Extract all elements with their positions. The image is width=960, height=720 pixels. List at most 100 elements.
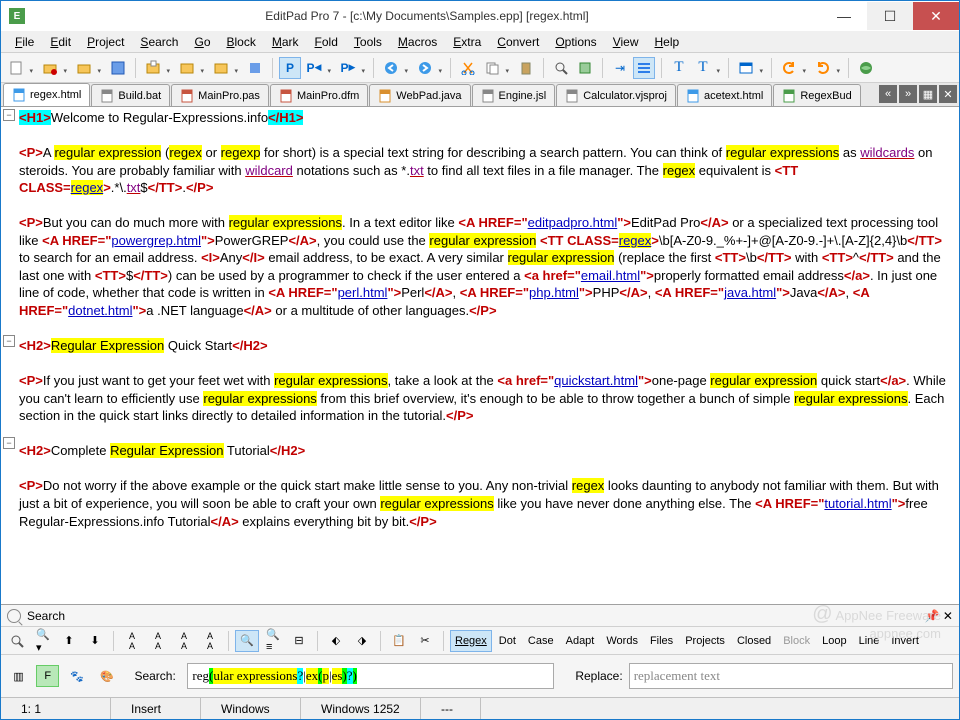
search-run-button[interactable] xyxy=(5,630,29,652)
menu-search[interactable]: Search xyxy=(132,33,186,51)
fold-button[interactable]: ⊟ xyxy=(287,630,311,652)
search-opt-case[interactable]: Case xyxy=(523,630,559,652)
search-opt-closed[interactable]: Closed xyxy=(732,630,776,652)
search-aa2[interactable]: AA xyxy=(146,630,170,652)
text-tool-button[interactable]: T xyxy=(668,57,690,79)
project-open-button[interactable] xyxy=(176,57,198,79)
cut-button[interactable] xyxy=(457,57,479,79)
count-button[interactable]: 🔍≡ xyxy=(261,630,285,652)
project-button[interactable] xyxy=(142,57,164,79)
menu-project[interactable]: Project xyxy=(79,33,132,51)
menu-extra[interactable]: Extra xyxy=(445,33,489,51)
menu-options[interactable]: Options xyxy=(547,33,604,51)
tab-scroll-left[interactable]: « xyxy=(879,85,897,103)
maximize-button[interactable]: ☐ xyxy=(867,2,913,30)
pin-icon[interactable]: 📌 ✕ xyxy=(925,609,953,623)
search-opt-dot[interactable]: Dot xyxy=(494,630,521,652)
menu-view[interactable]: View xyxy=(605,33,647,51)
align-button[interactable] xyxy=(633,57,655,79)
menu-mark[interactable]: Mark xyxy=(264,33,307,51)
bookmark-button[interactable]: ⬖ xyxy=(324,630,348,652)
replace-input[interactable]: replacement text xyxy=(629,663,953,689)
highlight-all-button[interactable]: 🔍 xyxy=(235,630,259,652)
tab-Build-bat[interactable]: Build.bat xyxy=(91,84,170,106)
tab-RegexBud[interactable]: RegexBud xyxy=(773,84,860,106)
menu-file[interactable]: File xyxy=(7,33,42,51)
search-label: Search: xyxy=(134,669,181,683)
search-aa3[interactable]: AA xyxy=(172,630,196,652)
replace-button[interactable] xyxy=(574,57,596,79)
menu-help[interactable]: Help xyxy=(647,33,688,51)
titlebar: E EditPad Pro 7 - [c:\My Documents\Sampl… xyxy=(1,1,959,31)
menu-go[interactable]: Go xyxy=(186,33,218,51)
search-down-button[interactable]: ⬇ xyxy=(83,630,107,652)
fold-toggle[interactable]: − xyxy=(3,437,15,449)
copy-results[interactable]: 📋 xyxy=(387,630,411,652)
search-opt-regex[interactable]: Regex xyxy=(450,630,492,652)
cut-results[interactable]: ✂ xyxy=(413,630,437,652)
redo-button[interactable] xyxy=(812,57,834,79)
find-button[interactable] xyxy=(550,57,572,79)
nav-back-button[interactable] xyxy=(380,57,402,79)
search-aa4[interactable]: AA xyxy=(198,630,222,652)
unmark-button[interactable]: ⬗ xyxy=(350,630,374,652)
editor-area[interactable]: − <H1>Welcome to Regular-Expressions.inf… xyxy=(1,107,959,604)
tab-scroll-right[interactable]: » xyxy=(899,85,917,103)
project-save-button[interactable] xyxy=(244,57,266,79)
new-file-button[interactable] xyxy=(5,57,27,79)
tab-MainPro-dfm[interactable]: MainPro.dfm xyxy=(270,84,368,106)
paste-button[interactable] xyxy=(515,57,537,79)
fold-toggle[interactable]: − xyxy=(3,109,15,121)
tab-regex-html[interactable]: regex.html xyxy=(3,83,90,106)
search-input[interactable]: reg(ular expressions?|ex(p|es)?) xyxy=(187,663,554,689)
tab-list-button[interactable]: ▦ xyxy=(919,85,937,103)
tab-label: regex.html xyxy=(30,89,81,101)
next-p-button[interactable]: P▶ xyxy=(337,57,359,79)
undo-button[interactable] xyxy=(778,57,800,79)
tab-Engine-jsl[interactable]: Engine.jsl xyxy=(472,84,556,106)
misc-button[interactable]: 🎨 xyxy=(95,665,119,687)
menu-tools[interactable]: Tools xyxy=(346,33,390,51)
history-button[interactable]: ▥ xyxy=(7,665,30,687)
indent-button[interactable]: ⇥ xyxy=(609,57,631,79)
menu-block[interactable]: Block xyxy=(219,33,264,51)
search-prev-button[interactable]: ⬆ xyxy=(57,630,81,652)
prev-p-button[interactable]: P◀ xyxy=(303,57,325,79)
search-opt-projects[interactable]: Projects xyxy=(680,630,730,652)
fold-toggle[interactable]: − xyxy=(3,335,15,347)
tab-WebPad-java[interactable]: WebPad.java xyxy=(369,84,470,106)
search-aa1[interactable]: AA xyxy=(120,630,144,652)
search-next-button[interactable]: 🔍▾ xyxy=(31,630,55,652)
project-misc-button[interactable] xyxy=(210,57,232,79)
close-button[interactable]: ✕ xyxy=(913,2,959,30)
globe-button[interactable] xyxy=(855,57,877,79)
status-pos: 1: 1 xyxy=(1,698,111,719)
file-icon xyxy=(12,88,26,102)
search-opt-loop[interactable]: Loop xyxy=(817,630,851,652)
search-opt-invert[interactable]: Invert xyxy=(886,630,924,652)
search-opt-line[interactable]: Line xyxy=(854,630,885,652)
search-opt-block[interactable]: Block xyxy=(778,630,815,652)
save-all-button[interactable] xyxy=(107,57,129,79)
search-opt-words[interactable]: Words xyxy=(601,630,643,652)
search-opt-adapt[interactable]: Adapt xyxy=(561,630,600,652)
tab-acetext-html[interactable]: acetext.html xyxy=(677,84,772,106)
open-folder-button[interactable] xyxy=(39,57,61,79)
tab-close-button[interactable]: ✕ xyxy=(939,85,957,103)
browser-button[interactable] xyxy=(735,57,757,79)
tab-Calculator-vjsproj[interactable]: Calculator.vjsproj xyxy=(556,84,676,106)
search-opt-files[interactable]: Files xyxy=(645,630,678,652)
wild-button[interactable]: 🐾 xyxy=(65,665,89,687)
menu-edit[interactable]: Edit xyxy=(42,33,79,51)
copy-button[interactable] xyxy=(481,57,503,79)
menu-macros[interactable]: Macros xyxy=(390,33,445,51)
text-dd-button[interactable]: T xyxy=(692,57,714,79)
menu-fold[interactable]: Fold xyxy=(307,33,346,51)
nav-fwd-button[interactable] xyxy=(414,57,436,79)
tab-MainPro-pas[interactable]: MainPro.pas xyxy=(171,84,269,106)
save-button[interactable] xyxy=(73,57,95,79)
favorite-button[interactable]: F xyxy=(36,665,59,687)
minimize-button[interactable]: — xyxy=(821,2,867,30)
menu-convert[interactable]: Convert xyxy=(489,33,547,51)
toggle-p-button[interactable]: P xyxy=(279,57,301,79)
